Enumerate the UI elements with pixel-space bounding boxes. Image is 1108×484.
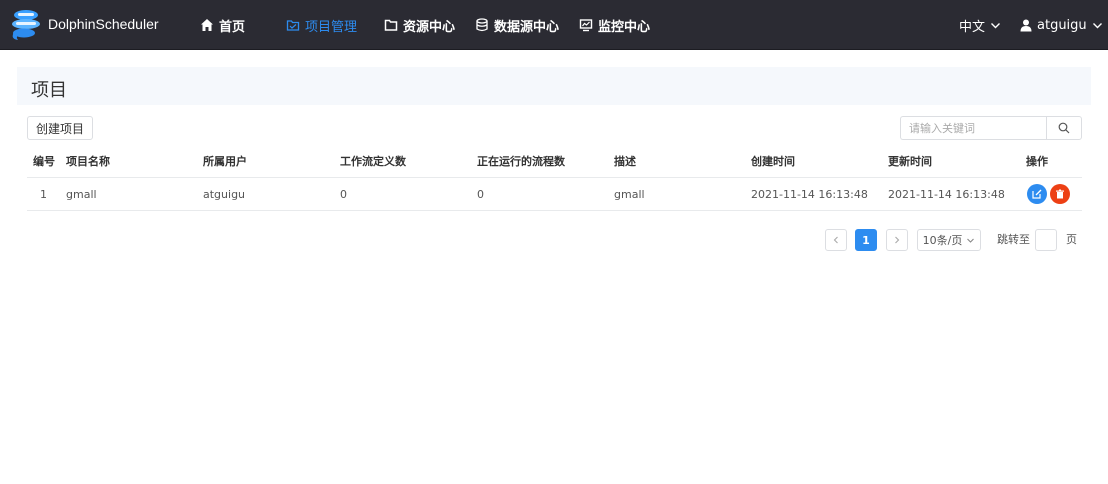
column-header-definitions: 工作流定义数 <box>340 155 406 168</box>
nav-item-label: 资源中心 <box>403 19 456 35</box>
username: atguigu <box>1037 17 1087 33</box>
row-description: gmall <box>614 188 645 201</box>
create-project-button[interactable]: 创建项目 <box>27 116 93 140</box>
column-header-description: 描述 <box>614 155 636 168</box>
column-header-user: 所属用户 <box>203 155 247 168</box>
page-size-label: 10条/页 <box>922 234 963 247</box>
nav-item-label: 数据源中心 <box>494 19 560 35</box>
language-switcher[interactable]: 中文 <box>959 15 1001 35</box>
prev-page-button[interactable] <box>825 229 847 251</box>
language-label: 中文 <box>959 19 986 35</box>
nav-item-monitor-center[interactable]: 监控中心 <box>579 15 650 35</box>
column-header-running: 正在运行的流程数 <box>477 155 565 168</box>
project-name-link[interactable]: gmall <box>66 178 97 211</box>
nav-item-project-management[interactable]: 项目管理 <box>286 15 357 35</box>
row-running: 0 <box>477 188 484 201</box>
page-size-select[interactable]: 10条/页 <box>917 229 981 251</box>
column-header-name: 项目名称 <box>66 155 110 168</box>
trash-icon <box>1056 189 1064 199</box>
page-title-bar: 项目 <box>17 67 1091 105</box>
search-input[interactable] <box>900 116 1046 140</box>
delete-button[interactable] <box>1050 184 1070 204</box>
page-title: 项目 <box>31 80 67 101</box>
table-row: 1 gmall atguigu 0 0 gmall 2021-11-14 16:… <box>27 178 1082 211</box>
search-icon <box>1058 122 1070 134</box>
folder-icon <box>384 19 398 31</box>
column-header-actions: 操作 <box>1026 155 1048 168</box>
dolphinscheduler-logo[interactable] <box>8 8 44 42</box>
page-suffix: 页 <box>1066 233 1077 246</box>
user-icon <box>1020 19 1032 31</box>
row-definitions: 0 <box>340 188 347 201</box>
nav-item-datasource-center[interactable]: 数据源中心 <box>475 15 559 35</box>
jump-page-input[interactable] <box>1035 229 1057 251</box>
edit-icon <box>1032 189 1042 199</box>
project-table: 编号 项目名称 所属用户 工作流定义数 正在运行的流程数 描述 创建时间 更新时… <box>27 145 1082 211</box>
brand-name[interactable]: DolphinScheduler <box>48 16 159 32</box>
nav-item-label: 项目管理 <box>305 19 358 35</box>
database-icon <box>476 18 488 32</box>
table-header: 编号 项目名称 所属用户 工作流定义数 正在运行的流程数 描述 创建时间 更新时… <box>27 145 1082 178</box>
chevron-down-icon <box>991 22 1001 28</box>
chevron-right-icon <box>895 236 900 244</box>
nav-item-label: 首页 <box>219 19 246 35</box>
row-id: 1 <box>40 188 47 201</box>
search-button[interactable] <box>1046 116 1082 140</box>
row-updated: 2021-11-14 16:13:48 <box>888 188 1005 201</box>
next-page-button[interactable] <box>886 229 908 251</box>
monitor-icon <box>579 19 593 32</box>
edit-button[interactable] <box>1027 184 1047 204</box>
home-icon <box>201 19 213 31</box>
user-menu[interactable]: atguigu <box>1020 15 1103 35</box>
row-user: atguigu <box>203 188 246 201</box>
row-created: 2021-11-14 16:13:48 <box>751 188 868 201</box>
chevron-down-icon <box>967 238 975 243</box>
nav-item-resource-center[interactable]: 资源中心 <box>384 15 455 35</box>
chevron-down-icon <box>1092 22 1102 28</box>
nav-item-label: 监控中心 <box>598 19 651 35</box>
project-icon <box>286 20 300 31</box>
column-header-id: 编号 <box>33 155 55 168</box>
jump-label: 跳转至 <box>997 233 1030 246</box>
top-navbar: DolphinScheduler 首页 项目管理 资源中心 数据源中心 监控中心… <box>0 0 1108 50</box>
page-number[interactable]: 1 <box>855 229 877 251</box>
nav-item-home[interactable]: 首页 <box>200 15 245 35</box>
chevron-left-icon <box>833 236 838 244</box>
column-header-created: 创建时间 <box>751 155 795 168</box>
column-header-updated: 更新时间 <box>888 155 932 168</box>
